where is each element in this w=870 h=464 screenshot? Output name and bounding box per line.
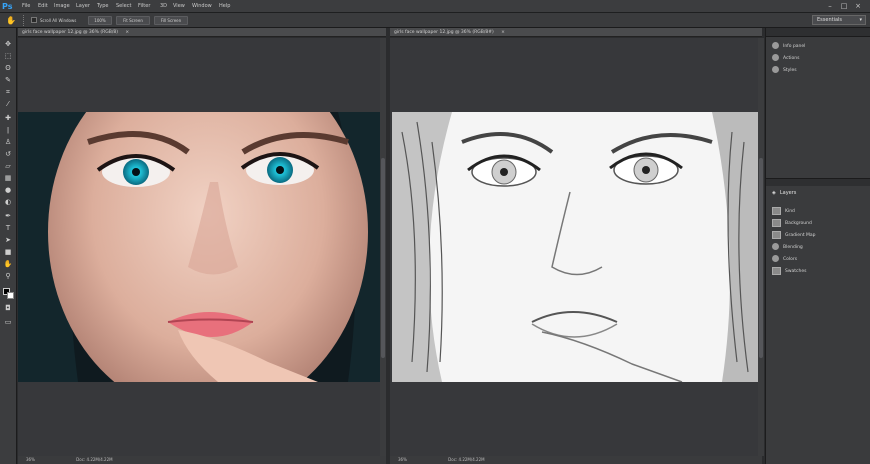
document-title: girls face wallpaper 12.jpg @ 36% (RGB/8… [22,30,118,35]
layers-panel-title: ◈ Layers [772,190,797,196]
close-tab-icon[interactable]: × [125,30,129,35]
options-bar: ✋ Scroll All Windows 100% Fit Screen Fil… [0,13,870,28]
doc-size: Doc: 4.22M/4.22M [448,457,485,462]
document-canvas-right[interactable] [390,38,758,456]
layer-item[interactable]: Gradient Map [772,230,867,242]
scroll-all-label: Scroll All Windows [40,18,77,23]
panel-header-layers [766,178,870,186]
scroll-all-checkbox[interactable] [31,17,37,23]
status-bar-left: 36% Doc: 4.22M/4.22M [18,456,386,464]
dodge-tool-icon[interactable]: ◐ [3,198,13,207]
chevron-down-icon: ▾ [859,17,862,23]
zoom-level[interactable]: 36% [26,457,35,462]
menu-help[interactable]: Help [219,0,230,13]
blending-icon [772,243,779,250]
eraser-tool-icon[interactable]: ▱ [3,162,13,171]
zoom-level[interactable]: 36% [398,457,407,462]
menu-layer[interactable]: Layer [76,0,90,13]
marquee-tool-icon[interactable]: ⬚ [3,52,13,61]
layer-item[interactable]: Swatches [772,266,867,278]
healing-brush-icon[interactable]: ✚ [3,114,13,123]
panel-item[interactable]: Actions [772,53,864,65]
brush-tool-icon[interactable]: ǀ [3,126,13,135]
gradient-tool-icon[interactable]: ▦ [3,174,13,183]
menu-select[interactable]: Select [116,0,131,13]
panel-item[interactable]: Styles [772,65,864,77]
panel-header-top [766,28,870,37]
menu-edit[interactable]: Edit [38,0,48,13]
screen-mode-icon[interactable]: ▭ [3,318,13,327]
lasso-tool-icon[interactable]: ʘ [3,64,13,73]
minimize-icon[interactable]: – [824,1,836,11]
shape-tool-icon[interactable]: ■ [3,248,13,257]
blur-tool-icon[interactable]: ● [3,186,13,195]
menu-image[interactable]: Image [54,0,70,13]
actions-icon [772,54,779,61]
menu-file[interactable]: File [22,0,30,13]
portrait-color-image [18,112,380,382]
layer-item[interactable]: Blending [772,242,867,254]
colors-icon [772,255,779,262]
close-tab-icon[interactable]: × [501,30,505,35]
menu-bar: Ps File Edit Image Layer Type Select Fil… [0,0,870,13]
layer-item[interactable]: Background [772,218,867,230]
quick-mask-icon[interactable]: ◘ [3,304,13,313]
path-select-icon[interactable]: ➤ [3,236,13,245]
panels-dock: Info panel Actions Styles ◈ Layers Kind B… [765,28,870,464]
layer-item[interactable]: Colors [772,254,867,266]
top-panel: Info panel Actions Styles [766,37,870,81]
workspace-select[interactable]: Essentials ▾ [812,15,866,25]
crop-tool-icon[interactable]: ⌗ [3,88,13,97]
layer-item[interactable]: Kind [772,206,867,218]
vertical-scrollbar-left[interactable] [380,38,386,456]
pen-tool-icon[interactable]: ✒ [3,212,13,221]
document-tab-right[interactable]: girls face wallpaper 12.jpg @ 36% (RGB/8… [390,28,762,37]
styles-icon [772,66,779,73]
menu-view[interactable]: View [173,0,185,13]
hand-tool-icon[interactable]: ✋ [3,260,13,269]
menu-window[interactable]: Window [192,0,212,13]
quick-select-tool-icon[interactable]: ✎ [3,76,13,85]
hand-tool-icon[interactable]: ✋ [6,15,18,26]
document-title: girls face wallpaper 12.jpg @ 36% (RGB/8… [394,30,494,35]
menu-filter[interactable]: Filter [138,0,150,13]
vertical-scrollbar-right[interactable] [758,38,764,456]
maximize-icon[interactable]: □ [838,1,850,11]
panel-item[interactable]: Info panel [772,41,864,53]
info-icon [772,42,779,49]
fill-screen-button[interactable]: Fill Screen [154,16,188,25]
clone-stamp-icon[interactable]: ♙ [3,138,13,147]
scrollbar-thumb[interactable] [759,158,763,358]
close-icon[interactable]: × [852,1,864,11]
zoom-tool-icon[interactable]: ⚲ [3,272,13,281]
divider [23,15,26,26]
eyedropper-tool-icon[interactable]: ⁄ [3,100,13,109]
layer-thumbnail-icon [772,206,781,215]
workspace-label: Essentials [817,17,843,23]
layers-icon: ◈ [772,190,776,196]
scrollbar-thumb[interactable] [381,158,385,358]
move-tool-icon[interactable]: ✥ [3,40,13,49]
layers-panel: Kind Background Gradient Map Blending Co… [772,206,867,278]
history-brush-icon[interactable]: ↺ [3,150,13,159]
layer-thumbnail-icon [772,218,781,227]
document-tab-left[interactable]: girls face wallpaper 12.jpg @ 36% (RGB/8… [18,28,386,37]
swatches-icon [772,266,781,275]
background-color-swatch[interactable] [7,292,14,299]
type-tool-icon[interactable]: T [3,224,13,233]
layer-thumbnail-icon [772,230,781,239]
document-canvas-left[interactable] [18,38,380,456]
tools-panel: ✥ ⬚ ʘ ✎ ⌗ ⁄ ✚ ǀ ♙ ↺ ▱ ▦ ● ◐ ✒ T ➤ ■ ✋ ⚲ … [0,28,17,464]
portrait-sketch-image [392,112,758,382]
doc-size: Doc: 4.22M/4.22M [76,457,113,462]
menu-3d[interactable]: 3D [160,0,167,13]
status-bar-right: 36% Doc: 4.22M/4.22M [390,456,762,464]
actual-pixels-button[interactable]: 100% [88,16,112,25]
photoshop-logo: Ps [2,2,13,11]
menu-type[interactable]: Type [97,0,108,13]
fit-screen-button[interactable]: Fit Screen [116,16,150,25]
